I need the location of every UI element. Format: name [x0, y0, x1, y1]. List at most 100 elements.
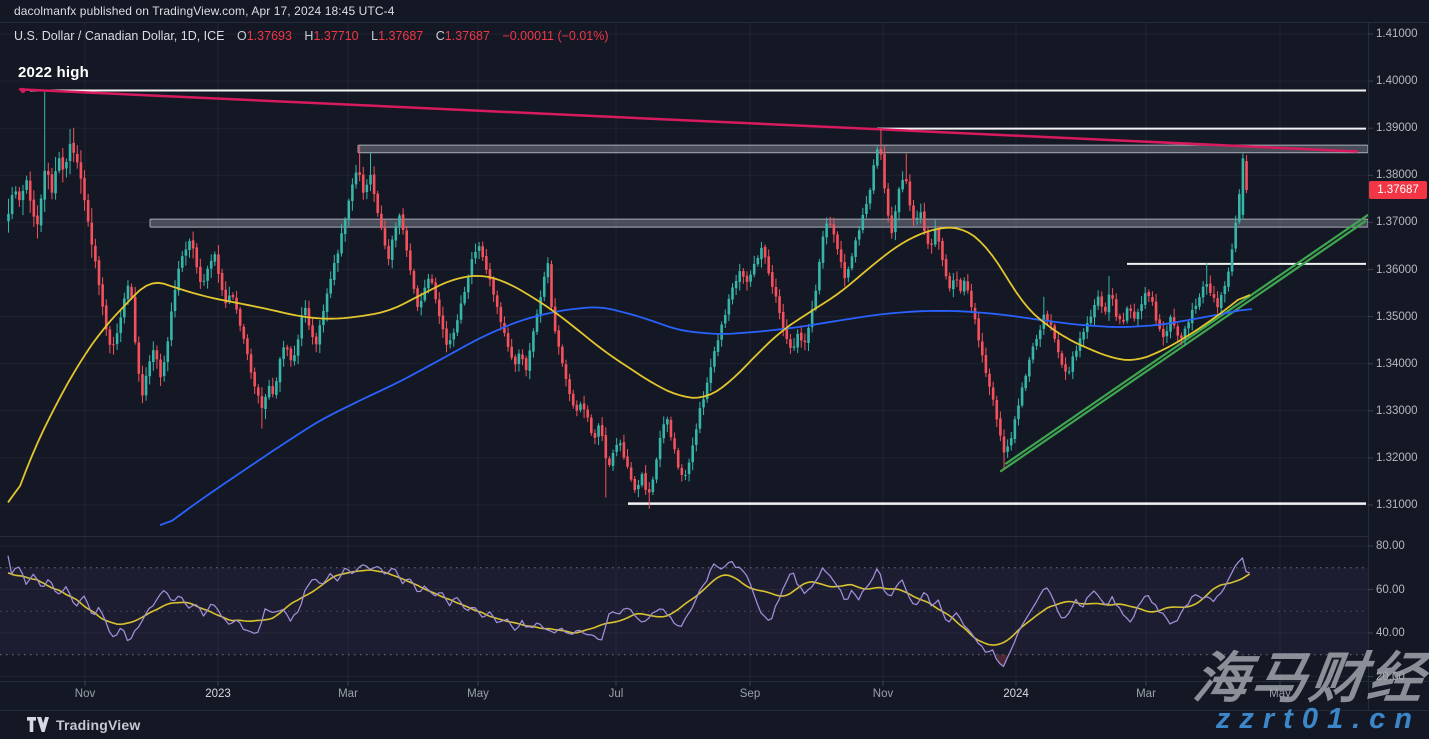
- candle-body: [699, 408, 702, 429]
- candle-body: [290, 349, 293, 361]
- candle-body: [369, 175, 372, 184]
- candle-body: [83, 178, 86, 200]
- candle-body: [775, 287, 778, 297]
- chart-legend[interactable]: U.S. Dollar / Canadian Dollar, 1D, ICE O…: [14, 29, 609, 43]
- low-value: 1.37687: [378, 29, 423, 43]
- candle-body: [1014, 419, 1017, 439]
- close-value: 1.37687: [445, 29, 490, 43]
- candle-body: [145, 376, 148, 396]
- candle-body: [623, 442, 626, 457]
- candle-body: [326, 294, 329, 312]
- candle-body: [112, 344, 115, 345]
- candle-body: [655, 459, 658, 479]
- candle-body: [355, 173, 358, 185]
- candle-body: [279, 359, 282, 382]
- candle-body: [460, 304, 463, 320]
- candle-body: [65, 162, 68, 168]
- candle-body: [637, 485, 640, 489]
- candle-body: [666, 419, 669, 424]
- candle-body: [297, 339, 300, 355]
- candle-body: [807, 328, 810, 343]
- candle-body: [420, 301, 423, 307]
- candle-body: [347, 201, 350, 220]
- candle-body: [275, 381, 278, 395]
- candle-body: [1115, 299, 1118, 317]
- candle-body: [919, 212, 922, 218]
- candle-body: [166, 341, 169, 362]
- symbol-title[interactable]: U.S. Dollar / Canadian Dollar, 1D, ICE: [14, 29, 225, 43]
- candle-body: [210, 261, 213, 269]
- candle-body: [677, 450, 680, 467]
- candle-body: [528, 351, 531, 371]
- candle-body: [1198, 297, 1201, 306]
- candle-body: [995, 400, 998, 419]
- candle-body: [333, 263, 336, 280]
- candle-body: [543, 277, 546, 297]
- candle-body: [170, 311, 173, 340]
- candle-body: [760, 248, 763, 259]
- candle-body: [391, 240, 394, 260]
- tradingview-published-chart: dacolmanfx published on TradingView.com,…: [0, 0, 1429, 739]
- candle-body: [18, 191, 21, 200]
- close-label: C: [436, 29, 445, 43]
- candle-body: [945, 259, 948, 276]
- candle-body: [1122, 320, 1125, 322]
- candle-body: [746, 276, 749, 282]
- annotation-2022-high-label[interactable]: 2022 high: [18, 64, 89, 81]
- candle-body: [1108, 294, 1111, 312]
- candle-body: [452, 333, 455, 340]
- candle-body: [467, 278, 470, 293]
- candle-body: [340, 233, 343, 253]
- candle-body: [80, 162, 83, 178]
- candle-body: [243, 327, 246, 339]
- candle-body: [829, 224, 832, 225]
- candle-body: [159, 360, 162, 378]
- ma-yellow-50: [8, 228, 1250, 503]
- candle-body: [767, 256, 770, 273]
- candle-body: [659, 438, 662, 459]
- candle-body: [1144, 293, 1147, 305]
- main-chart[interactable]: [0, 0, 1429, 739]
- candle-body: [300, 315, 303, 338]
- candle-body: [127, 286, 130, 299]
- candle-body: [152, 350, 155, 362]
- candle-body: [833, 224, 836, 234]
- candle-body: [724, 315, 727, 323]
- watermark-cjk: 海马财经: [1189, 633, 1429, 713]
- candle-body: [72, 143, 75, 153]
- candle-body: [793, 346, 796, 347]
- candle-body: [232, 295, 235, 297]
- candle-body: [62, 157, 65, 169]
- open-value: 1.37693: [247, 29, 292, 43]
- candle-body: [36, 216, 39, 225]
- candle-body: [771, 272, 774, 287]
- candle-body: [1032, 347, 1035, 360]
- candle-body: [257, 387, 260, 395]
- candle-body: [605, 435, 608, 458]
- candle-body: [101, 284, 104, 306]
- candle-body: [800, 333, 803, 341]
- candle-body: [1133, 312, 1136, 319]
- tradingview-logo-icon[interactable]: [27, 717, 49, 732]
- candle-body: [644, 473, 647, 490]
- candle-body: [1191, 310, 1194, 323]
- watermark-url: zzrt01.cn: [1216, 703, 1421, 736]
- candle-body: [1129, 308, 1132, 310]
- candle-body: [1227, 272, 1230, 287]
- candle-body: [181, 256, 184, 268]
- candle-body: [1151, 297, 1154, 302]
- candle-body: [427, 279, 430, 289]
- candle-body: [695, 429, 698, 444]
- candle-body: [271, 386, 274, 394]
- candle-body: [825, 224, 828, 238]
- candle-body: [431, 279, 434, 283]
- tradingview-brand-text[interactable]: TradingView: [56, 717, 140, 733]
- candle-body: [7, 214, 10, 221]
- candle-body: [1126, 308, 1129, 320]
- candle-body: [843, 262, 846, 278]
- candle-body: [597, 426, 600, 437]
- candle-body: [478, 246, 481, 251]
- candle-body: [615, 445, 618, 452]
- candle-body: [586, 409, 589, 417]
- candle-body: [22, 191, 25, 200]
